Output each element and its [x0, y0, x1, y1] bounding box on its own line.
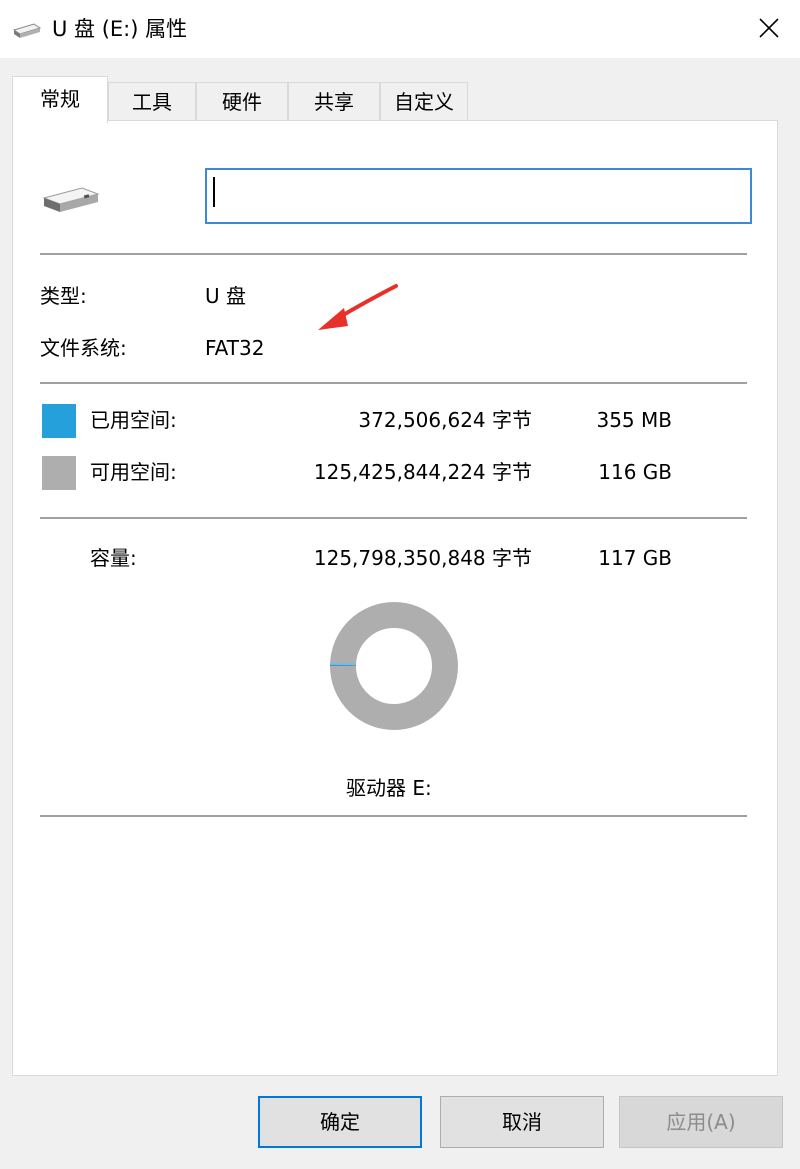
used-space-swatch: [42, 404, 76, 438]
capacity-label: 容量:: [90, 546, 137, 570]
title-bar: U 盘 (E:) 属性: [0, 0, 800, 58]
tab-hardware[interactable]: 硬件: [196, 82, 288, 120]
type-label: 类型:: [40, 284, 87, 308]
capacity-bytes: 125,798,350,848 字节: [313, 546, 532, 570]
usb-drive-icon: [12, 22, 42, 44]
ok-button[interactable]: 确定: [258, 1096, 422, 1148]
apply-button[interactable]: 应用(A): [619, 1096, 783, 1148]
close-button[interactable]: [745, 6, 793, 50]
properties-window: U 盘 (E:) 属性 常规 工具 硬件 共享 自定义 类型: U 盘 文件系统…: [0, 0, 800, 1169]
separator: [40, 382, 747, 384]
used-space-label: 已用空间:: [90, 408, 177, 432]
tab-sharing[interactable]: 共享: [288, 82, 380, 120]
close-icon: [759, 18, 779, 38]
used-space-size: 355 MB: [596, 408, 672, 432]
separator: [40, 253, 747, 255]
free-space-bytes: 125,425,844,224 字节: [313, 460, 532, 484]
file-system-label: 文件系统:: [40, 336, 127, 360]
free-space-ring: [330, 602, 458, 730]
usb-drive-icon: [42, 186, 100, 218]
file-system-value: FAT32: [205, 336, 265, 360]
drive-label: 驱动器 E:: [346, 776, 432, 800]
tab-general[interactable]: 常规: [12, 76, 108, 123]
used-space-bytes: 372,506,624 字节: [358, 408, 532, 432]
type-value: U 盘: [205, 284, 246, 308]
tab-tools[interactable]: 工具: [108, 82, 196, 120]
usage-donut-chart: [330, 602, 458, 730]
free-space-swatch: [42, 456, 76, 490]
separator: [40, 815, 747, 817]
separator: [40, 517, 747, 519]
free-space-size: 116 GB: [598, 460, 672, 484]
capacity-size: 117 GB: [598, 546, 672, 570]
cancel-button[interactable]: 取消: [440, 1096, 604, 1148]
free-space-label: 可用空间:: [90, 460, 177, 484]
red-arrow-icon: [310, 282, 402, 340]
window-title: U 盘 (E:) 属性: [52, 17, 188, 41]
tab-customize[interactable]: 自定义: [380, 82, 468, 120]
text-caret: [213, 177, 215, 207]
volume-name-input[interactable]: [205, 168, 752, 224]
